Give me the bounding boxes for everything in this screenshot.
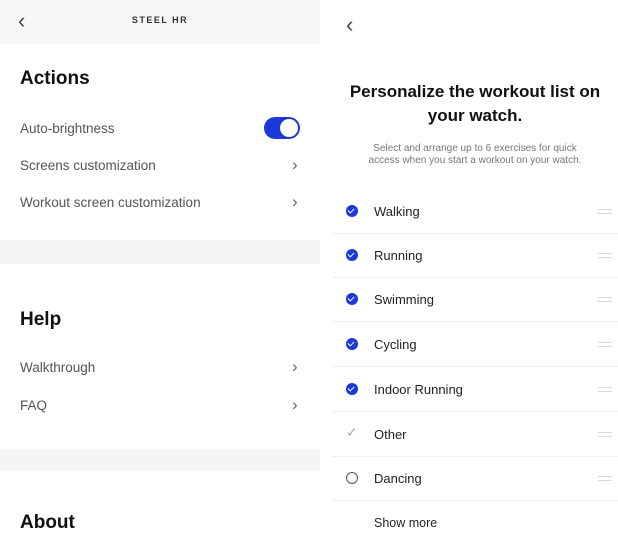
drag-handle-icon[interactable] xyxy=(598,209,612,214)
auto-brightness-label: Auto-brightness xyxy=(20,121,115,136)
checkmark-icon[interactable]: ✓ xyxy=(346,424,360,440)
workout-label: Indoor Running xyxy=(374,382,463,397)
workout-row-indoor-running[interactable]: Indoor Running xyxy=(332,367,618,412)
settings-panel: ‹ STEEL HR Actions Auto-brightness Scree… xyxy=(0,0,320,535)
drag-handle-icon[interactable] xyxy=(598,297,612,302)
workout-row-other[interactable]: ✓ Other xyxy=(332,412,618,457)
checked-circle-icon[interactable] xyxy=(346,338,358,350)
workout-label: Running xyxy=(374,248,423,263)
device-title: STEEL HR xyxy=(131,15,189,25)
workout-row-dancing[interactable]: Dancing xyxy=(332,456,618,501)
headline-line-1: Personalize the workout list on xyxy=(349,82,601,101)
workout-row-walking[interactable]: Walking xyxy=(332,189,618,234)
empty-circle-icon[interactable] xyxy=(346,472,358,484)
workout-label: Other xyxy=(374,427,407,442)
about-title: About xyxy=(20,512,75,533)
auto-brightness-toggle[interactable] xyxy=(264,117,300,139)
toggle-knob xyxy=(280,119,298,137)
workout-label: Walking xyxy=(374,204,420,219)
checked-circle-icon[interactable] xyxy=(346,249,358,261)
chevron-right-icon: › xyxy=(292,192,298,211)
faq-row[interactable]: FAQ › xyxy=(0,389,320,423)
drag-handle-icon[interactable] xyxy=(598,476,612,481)
workout-label: Dancing xyxy=(374,471,422,486)
chevron-right-icon: › xyxy=(292,357,298,376)
back-icon[interactable]: ‹ xyxy=(346,14,353,36)
screens-customization-label: Screens customization xyxy=(20,158,156,173)
drag-handle-icon[interactable] xyxy=(598,387,612,392)
workout-screen-customization-row[interactable]: Workout screen customization › xyxy=(0,186,320,220)
workout-screen-customization-label: Workout screen customization xyxy=(20,195,201,210)
workout-label: Swimming xyxy=(374,292,434,307)
actions-title: Actions xyxy=(20,68,90,89)
description-line-2: access when you start a workout on your … xyxy=(368,155,582,166)
chevron-right-icon: › xyxy=(292,395,298,414)
workout-label: Cycling xyxy=(374,337,417,352)
section-divider xyxy=(0,449,320,471)
drag-handle-icon[interactable] xyxy=(598,342,612,347)
headline-line-2: your watch. xyxy=(427,106,523,125)
drag-handle-icon[interactable] xyxy=(598,253,612,258)
workout-row-swimming[interactable]: Swimming xyxy=(332,277,618,322)
chevron-right-icon: › xyxy=(292,155,298,174)
workout-list-panel: ‹ Personalize the workout list on your w… xyxy=(332,0,618,535)
section-divider xyxy=(0,240,320,264)
walkthrough-label: Walkthrough xyxy=(20,360,96,375)
screens-customization-row[interactable]: Screens customization › xyxy=(0,149,320,183)
top-bar: ‹ STEEL HR xyxy=(0,0,320,44)
workout-row-running[interactable]: Running xyxy=(332,233,618,278)
faq-label: FAQ xyxy=(20,398,48,413)
auto-brightness-row[interactable]: Auto-brightness xyxy=(0,112,320,146)
checked-circle-icon[interactable] xyxy=(346,383,358,395)
checked-circle-icon[interactable] xyxy=(346,293,358,305)
workout-row-cycling[interactable]: Cycling xyxy=(332,322,618,367)
show-more-link[interactable]: Show more xyxy=(374,516,437,530)
help-title: Help xyxy=(20,309,62,330)
drag-handle-icon[interactable] xyxy=(598,432,612,437)
walkthrough-row[interactable]: Walkthrough › xyxy=(0,351,320,385)
checked-circle-icon[interactable] xyxy=(346,205,358,217)
description-line-1: Select and arrange up to 6 exercises for… xyxy=(373,143,577,154)
